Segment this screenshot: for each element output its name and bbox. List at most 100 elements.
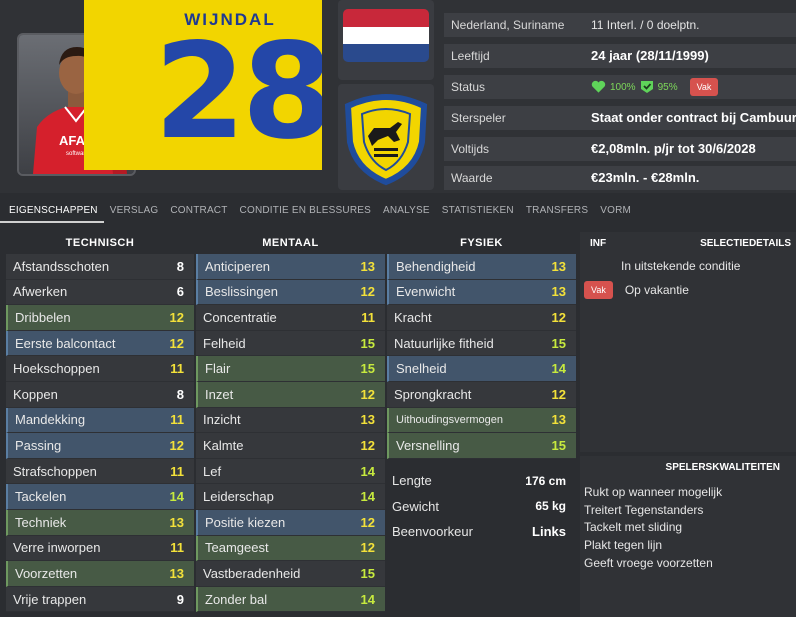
technical-attribute-row[interactable]: Tackelen 14 bbox=[6, 484, 194, 510]
quality-item: Tackelt met sliding bbox=[584, 520, 683, 535]
wage-value: €2,08mln. p/jr tot 30/6/2028 bbox=[591, 141, 756, 156]
mental-attribute-row[interactable]: Concentratie 11 bbox=[196, 305, 385, 331]
mental-attribute-row[interactable]: Vastberadenheid 15 bbox=[196, 561, 385, 587]
mental-attribute-row[interactable]: Beslissingen 12 bbox=[196, 279, 385, 306]
mental-attribute-row[interactable]: Leiderschap 14 bbox=[196, 484, 385, 510]
physical-attribute-row[interactable]: Snelheid 14 bbox=[387, 356, 576, 382]
profile-tabs: EIGENSCHAPPEN VERSLAG CONTRACT CONDITIE … bbox=[0, 205, 637, 223]
mental-attribute-row[interactable]: Anticiperen 13 bbox=[196, 254, 385, 280]
physical-column: FYSIEK Behendigheid 13 Evenwicht 13 Kracht 12… bbox=[387, 232, 576, 459]
tab-statistieken[interactable]: STATISTIEKEN bbox=[436, 205, 520, 223]
mental-attribute-row[interactable]: Lef 14 bbox=[196, 458, 385, 485]
physical-attribute-row[interactable]: Uithoudingsvermogen 13 bbox=[387, 407, 576, 434]
technical-attribute-row[interactable]: Koppen 8 bbox=[6, 381, 194, 408]
nationality-text[interactable]: Nederland, Suriname bbox=[451, 18, 564, 32]
physical-attribute-row[interactable]: Kracht 12 bbox=[387, 305, 576, 331]
mental-attribute-row[interactable]: Flair 15 bbox=[196, 356, 385, 382]
player-info-panel: Nederland, Suriname 11 Interl. / 0 doelp… bbox=[444, 0, 796, 190]
technical-attribute-row[interactable]: Techniek 13 bbox=[6, 509, 194, 536]
physical-attribute-row[interactable]: Natuurlijke fitheid 15 bbox=[387, 330, 576, 357]
caps-text: 11 Interl. / 0 doelptn. bbox=[591, 18, 700, 32]
technical-attribute-row[interactable]: Afstandsschoten 8 bbox=[6, 254, 194, 280]
info-row-star: Sterspeler Staat onder contract bij Camb… bbox=[444, 106, 796, 130]
quality-item: Geeft vroege voorzetten bbox=[584, 555, 713, 570]
attribute-value: 13 bbox=[551, 412, 566, 428]
nationality-flag-box[interactable] bbox=[338, 0, 434, 80]
wage-label: Voltijds bbox=[451, 142, 490, 156]
technical-attribute-row[interactable]: Afwerken 6 bbox=[6, 279, 194, 306]
attribute-value: 11 bbox=[170, 463, 184, 479]
physical-attribute-row[interactable]: Sprongkracht 12 bbox=[387, 381, 576, 408]
qualities-title: SPELERSKWALITEITEN bbox=[665, 462, 780, 473]
attribute-value: 12 bbox=[360, 514, 375, 530]
physical-attribute-row[interactable]: Behendigheid 13 bbox=[387, 254, 576, 280]
technical-attribute-row[interactable]: Strafschoppen 11 bbox=[6, 458, 194, 485]
player-header: AFAS software WIJNDAL 28 Nederland, Suri… bbox=[0, 0, 796, 193]
physical-attribute-row[interactable]: Versnelling 15 bbox=[387, 433, 576, 459]
attribute-value: 12 bbox=[360, 386, 375, 402]
attribute-value: 13 bbox=[360, 258, 375, 274]
status-indicators[interactable]: 100% 95% Vak bbox=[591, 78, 719, 96]
technical-attribute-row[interactable]: Mandekking 11 bbox=[6, 407, 194, 434]
technical-attribute-row[interactable]: Eerste balcontact 12 bbox=[6, 330, 194, 357]
selection-panel: INF SELECTIEDETAILS In uitstekende condi… bbox=[580, 232, 796, 452]
technical-attribute-row[interactable]: Dribbelen 12 bbox=[6, 305, 194, 331]
technical-attribute-row[interactable]: Voorzetten 13 bbox=[6, 561, 194, 587]
mental-attribute-row[interactable]: Kalmte 12 bbox=[196, 433, 385, 459]
attribute-value: 12 bbox=[360, 284, 375, 300]
info-row-wage: Voltijds €2,08mln. p/jr tot 30/6/2028 bbox=[444, 137, 796, 161]
mental-attribute-row[interactable]: Inzet 12 bbox=[196, 381, 385, 408]
attribute-value: 13 bbox=[169, 514, 184, 530]
mental-attribute-row[interactable]: Zonder bal 14 bbox=[196, 586, 385, 613]
tab-analyse[interactable]: ANALYSE bbox=[377, 205, 436, 223]
tab-contract[interactable]: CONTRACT bbox=[164, 205, 233, 223]
sharpness-check-icon bbox=[640, 81, 653, 93]
attribute-value: 15 bbox=[551, 335, 566, 351]
attribute-name: Zonder bal bbox=[205, 591, 268, 607]
bio-block: Lengte 176 cm Gewicht 65 kg Beenvoorkeur… bbox=[387, 468, 576, 545]
height-label: Lengte bbox=[392, 473, 432, 489]
technical-attribute-row[interactable]: Verre inworpen 11 bbox=[6, 535, 194, 562]
attribute-value: 6 bbox=[176, 284, 184, 300]
mental-title: MENTAAL bbox=[262, 237, 319, 249]
attribute-value: 13 bbox=[551, 284, 566, 300]
attribute-name: Vrije trappen bbox=[13, 591, 87, 607]
technical-attribute-row[interactable]: Vrije trappen 9 bbox=[6, 586, 194, 613]
attribute-value: 13 bbox=[360, 412, 375, 428]
value-value: €23mln. - €28mln. bbox=[591, 170, 700, 185]
mental-attribute-row[interactable]: Teamgeest 12 bbox=[196, 535, 385, 562]
tab-verslag[interactable]: VERSLAG bbox=[104, 205, 165, 223]
attribute-value: 15 bbox=[360, 565, 375, 581]
vacation-text: Op vakantie bbox=[624, 283, 689, 297]
mental-attribute-row[interactable]: Positie kiezen 12 bbox=[196, 509, 385, 536]
technical-attribute-row[interactable]: Hoekschoppen 11 bbox=[6, 356, 194, 382]
tab-eigenschappen[interactable]: EIGENSCHAPPEN bbox=[0, 205, 104, 223]
attribute-value: 14 bbox=[551, 361, 566, 377]
foot-value: Links bbox=[532, 524, 566, 540]
physical-attribute-row[interactable]: Evenwicht 13 bbox=[387, 279, 576, 306]
attribute-value: 8 bbox=[176, 386, 184, 402]
technical-attribute-row[interactable]: Passing 12 bbox=[6, 433, 194, 459]
club-badge-box[interactable] bbox=[338, 84, 434, 190]
attribute-value: 12 bbox=[360, 540, 375, 556]
mental-attribute-row[interactable]: Inzicht 13 bbox=[196, 407, 385, 434]
attribute-name: Tackelen bbox=[15, 489, 67, 505]
vacation-badge[interactable]: Vak bbox=[584, 281, 613, 299]
tab-vorm[interactable]: VORM bbox=[594, 205, 637, 223]
attribute-name: Felheid bbox=[203, 335, 246, 351]
attribute-name: Kalmte bbox=[203, 437, 244, 453]
physical-title: FYSIEK bbox=[460, 237, 503, 249]
tab-conditie[interactable]: CONDITIE EN BLESSURES bbox=[234, 205, 377, 223]
attribute-value: 12 bbox=[169, 437, 184, 453]
vacation-status-badge[interactable]: Vak bbox=[689, 78, 719, 96]
attribute-value: 15 bbox=[551, 437, 566, 453]
attribute-name: Positie kiezen bbox=[205, 514, 286, 530]
attribute-value: 12 bbox=[169, 335, 184, 351]
attribute-name: Beslissingen bbox=[205, 284, 278, 300]
mental-attribute-row[interactable]: Felheid 15 bbox=[196, 330, 385, 357]
attribute-name: Afstandsschoten bbox=[13, 258, 110, 274]
selection-title: SELECTIEDETAILS bbox=[700, 238, 791, 249]
tab-transfers[interactable]: TRANSFERS bbox=[520, 205, 594, 223]
club-crest-icon bbox=[344, 94, 428, 186]
attribute-value: 14 bbox=[360, 489, 375, 505]
